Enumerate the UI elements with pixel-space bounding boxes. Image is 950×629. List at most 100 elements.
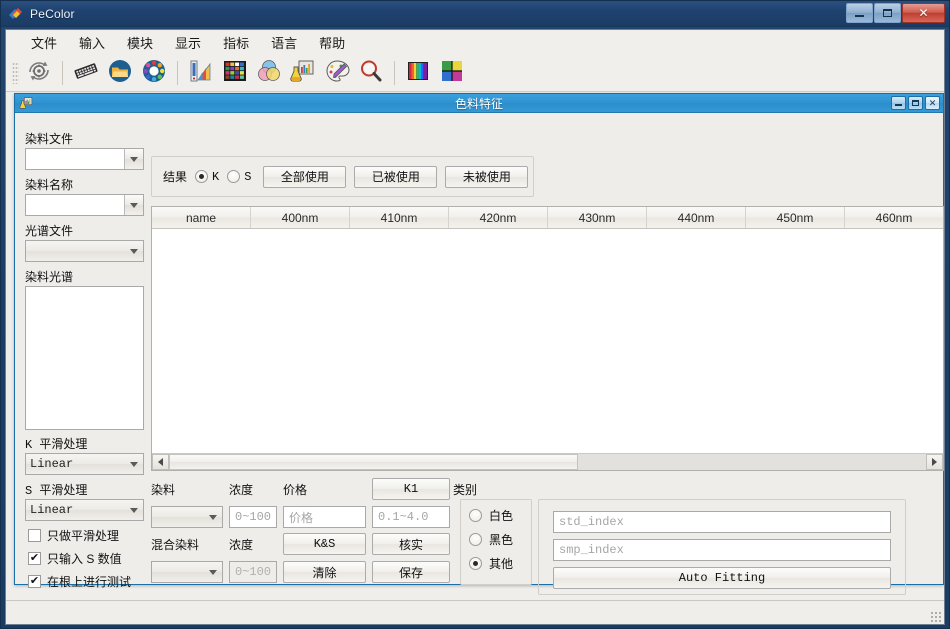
- menu-file[interactable]: 文件: [20, 30, 68, 55]
- smp-index-placeholder: smp_index: [559, 543, 624, 557]
- button-used[interactable]: 已被使用: [354, 165, 438, 188]
- std-index-input[interactable]: std_index: [553, 511, 891, 533]
- toolbar-venn-color-circles-button[interactable]: [253, 57, 285, 89]
- toolbar-lab-flask-button[interactable]: [287, 57, 319, 89]
- chevron-down-icon: [124, 500, 143, 520]
- button-k1[interactable]: K1: [372, 478, 450, 500]
- toolbar-gear-refresh-button[interactable]: [23, 57, 55, 89]
- mixed-dye-combo[interactable]: [151, 561, 223, 583]
- minimize-button[interactable]: [846, 3, 873, 23]
- button-verify[interactable]: 核实: [372, 533, 450, 555]
- toolbar-color-wheel-button[interactable]: [138, 57, 170, 89]
- resize-grip-icon[interactable]: [930, 611, 942, 623]
- button-save[interactable]: 保存: [372, 561, 450, 583]
- table-column-450nm[interactable]: 450nm: [746, 207, 845, 228]
- toolbar-keyboard-button[interactable]: [70, 57, 102, 89]
- button-auto-fitting[interactable]: Auto Fitting: [553, 567, 891, 589]
- child-minimize-button[interactable]: [891, 96, 906, 110]
- window-titlebar[interactable]: PeColor ✕: [1, 1, 949, 27]
- checkbox-smooth-only[interactable]: ✔ 只做平滑处理: [28, 527, 119, 544]
- radio-white[interactable]: 白色: [469, 507, 531, 524]
- table-horizontal-scrollbar[interactable]: [152, 453, 943, 470]
- child-maximize-button[interactable]: [908, 96, 923, 110]
- menu-input[interactable]: 输入: [68, 30, 116, 55]
- concentration-input[interactable]: 0~100: [229, 506, 277, 528]
- table-column-440nm[interactable]: 440nm: [647, 207, 746, 228]
- dye-name-combo[interactable]: [25, 194, 144, 216]
- table-column-430nm[interactable]: 430nm: [548, 207, 647, 228]
- radio-s-label: S: [244, 169, 252, 184]
- toolbar-grip[interactable]: [12, 62, 19, 84]
- table-column-420nm[interactable]: 420nm: [449, 207, 548, 228]
- menu-display[interactable]: 显示: [164, 30, 212, 55]
- radio-other-label: 其他: [489, 557, 514, 571]
- radio-other-button[interactable]: [469, 557, 482, 570]
- dye-name-label: 染料名称: [25, 178, 74, 192]
- radio-s[interactable]: S: [227, 170, 251, 184]
- artist-palette-icon: [324, 58, 350, 89]
- checkbox-input-s-only-box[interactable]: ✔: [28, 552, 41, 565]
- table-column-410nm[interactable]: 410nm: [350, 207, 449, 228]
- table-column-name[interactable]: name: [152, 207, 251, 228]
- concentration2-input[interactable]: 0~100: [229, 561, 277, 583]
- toolbar-spectrum-bars-button[interactable]: [402, 57, 434, 89]
- scroll-left-button[interactable]: [152, 454, 169, 470]
- k-smooth-label: K 平滑处理: [25, 438, 88, 452]
- radio-black[interactable]: 黑色: [469, 531, 531, 548]
- radio-white-button[interactable]: [469, 509, 482, 522]
- button-use-all[interactable]: 全部使用: [263, 165, 347, 188]
- table-column-400nm[interactable]: 400nm: [251, 207, 350, 228]
- spectral-data-table[interactable]: name 400nm 410nm 420nm 430nm 440nm 450nm…: [151, 206, 944, 471]
- keyboard-icon: [73, 58, 99, 89]
- button-ks[interactable]: K&S: [283, 533, 366, 555]
- checkbox-input-s-only[interactable]: ✔ 只输入 S 数值: [28, 550, 122, 567]
- radio-s-button[interactable]: [227, 170, 241, 183]
- radio-other[interactable]: 其他: [469, 555, 531, 572]
- minimize-icon: [895, 104, 902, 106]
- price-input[interactable]: 价格: [283, 506, 366, 528]
- close-button[interactable]: ✕: [902, 3, 945, 23]
- smp-index-input[interactable]: smp_index: [553, 539, 891, 561]
- menu-metrics[interactable]: 指标: [212, 30, 260, 55]
- k-smooth-combo[interactable]: Linear: [25, 453, 144, 475]
- radio-k-button[interactable]: [195, 170, 209, 183]
- menu-help[interactable]: 帮助: [308, 30, 356, 55]
- toolbar-separator-2: [177, 61, 178, 85]
- maximize-button[interactable]: [874, 3, 901, 23]
- checkbox-smooth-only-box[interactable]: ✔: [28, 529, 41, 542]
- s-smooth-combo[interactable]: Linear: [25, 499, 144, 521]
- scrollbar-thumb[interactable]: [169, 454, 578, 470]
- toolbar-color-fan-deck-button[interactable]: [185, 57, 217, 89]
- radio-black-button[interactable]: [469, 533, 482, 546]
- child-window-titlebar[interactable]: 色料特征 ✕: [15, 94, 943, 113]
- category-title: 类别: [453, 483, 478, 497]
- radio-black-label: 黑色: [489, 533, 514, 547]
- spectrum-file-combo[interactable]: [25, 240, 144, 262]
- button-clear[interactable]: 清除: [283, 561, 366, 583]
- menu-language[interactable]: 语言: [260, 30, 308, 55]
- toolbar-color-picker-grid-button[interactable]: [436, 57, 468, 89]
- minimize-icon: [855, 14, 864, 17]
- color-picker-grid-icon: [439, 58, 465, 89]
- child-close-button[interactable]: ✕: [925, 96, 940, 110]
- concentration-placeholder: 0~100: [235, 510, 272, 524]
- table-body[interactable]: [152, 229, 943, 453]
- toolbar-artist-palette-button[interactable]: [321, 57, 353, 89]
- chevron-down-icon: [203, 562, 222, 582]
- chevron-down-icon: [124, 454, 143, 474]
- toolbar-open-folder-button[interactable]: [104, 57, 136, 89]
- dye-file-combo[interactable]: [25, 148, 144, 170]
- toolbar-color-swatch-grid-button[interactable]: [219, 57, 251, 89]
- dye-combo[interactable]: [151, 506, 223, 528]
- checkbox-test-on-root-box[interactable]: ✔: [28, 575, 41, 588]
- k1-range-input[interactable]: 0.1~4.0: [372, 506, 450, 528]
- dye-spectrum-listbox[interactable]: [25, 286, 144, 430]
- menu-module[interactable]: 模块: [116, 30, 164, 55]
- checkbox-test-on-root[interactable]: ✔ 在根上进行测试: [28, 573, 131, 590]
- scroll-right-button[interactable]: [926, 454, 943, 470]
- scrollbar-track[interactable]: [169, 454, 926, 470]
- table-column-460nm[interactable]: 460nm: [845, 207, 943, 228]
- radio-k[interactable]: K: [195, 170, 219, 184]
- button-unused[interactable]: 未被使用: [445, 165, 529, 188]
- toolbar-magnifier-button[interactable]: [355, 57, 387, 89]
